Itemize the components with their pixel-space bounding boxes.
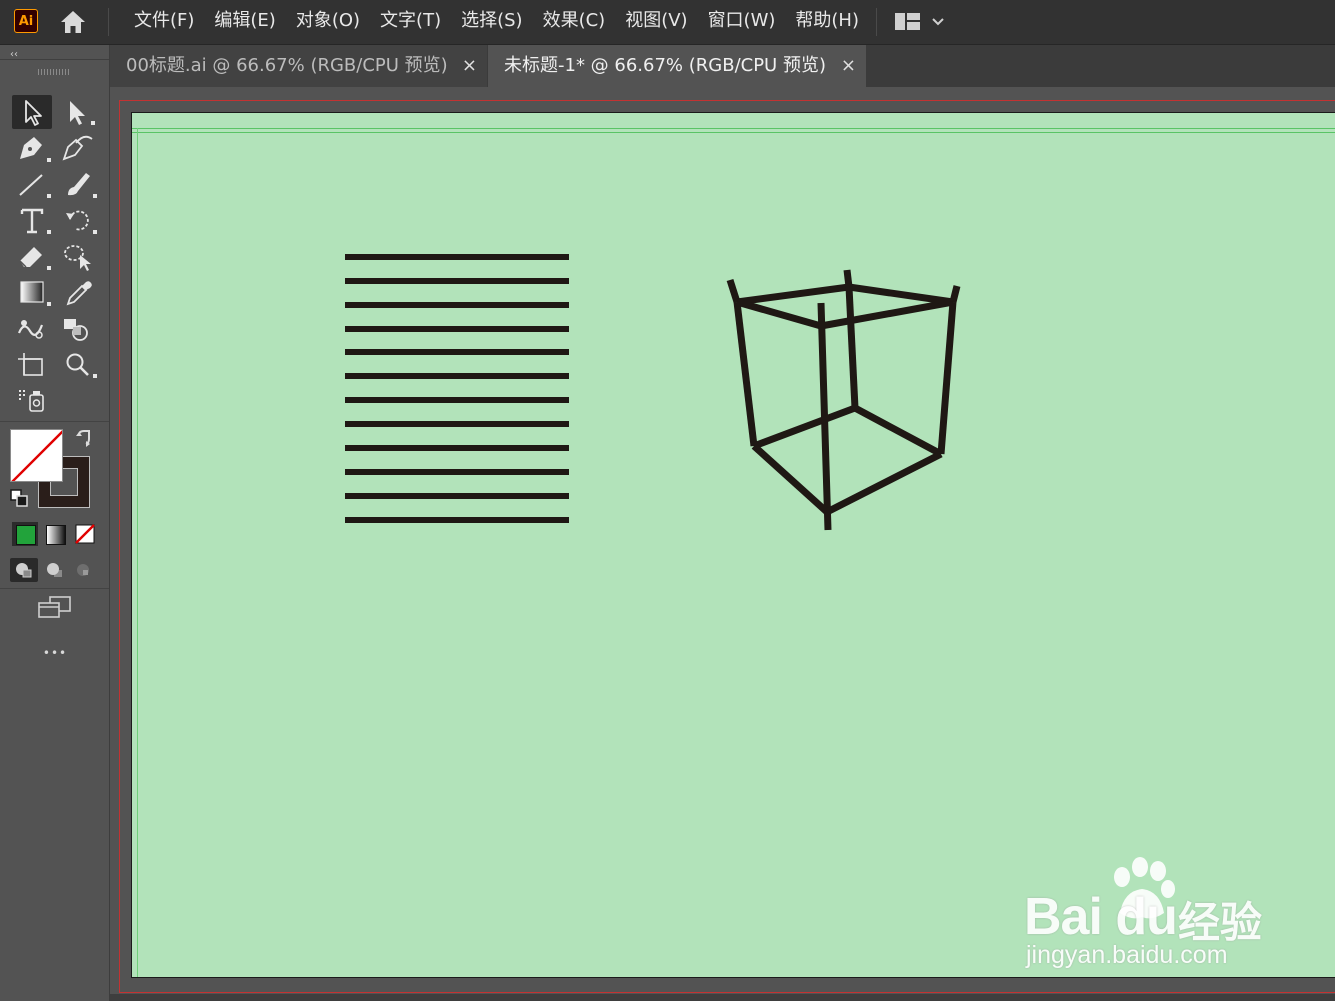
wireframe-cube-group[interactable] [726,269,961,531]
cube-edge [733,301,758,447]
cube-edge [949,285,961,303]
cube-edge [752,404,857,450]
status-bar [110,994,1335,1001]
cube-edge [845,286,859,409]
watermark-brand: Bai du [1024,888,1178,946]
cube-edge [848,283,954,306]
cube-edge [843,269,853,288]
cube-edge [820,298,954,330]
cube-edge [736,283,850,306]
cube-edge [853,404,943,458]
horizontal-lines-group[interactable] [345,254,569,523]
cube-edge [726,278,741,304]
watermark-url: jingyan.baidu.com [1026,941,1228,969]
cube-edge [751,443,830,515]
baidu-jingyan-watermark: Bai du 经验 jingyan.baidu.com [1020,855,1270,975]
cube-edge [825,450,943,516]
artwork-layer [345,254,961,531]
cube-edge [937,301,957,455]
cube-edge [736,298,822,330]
